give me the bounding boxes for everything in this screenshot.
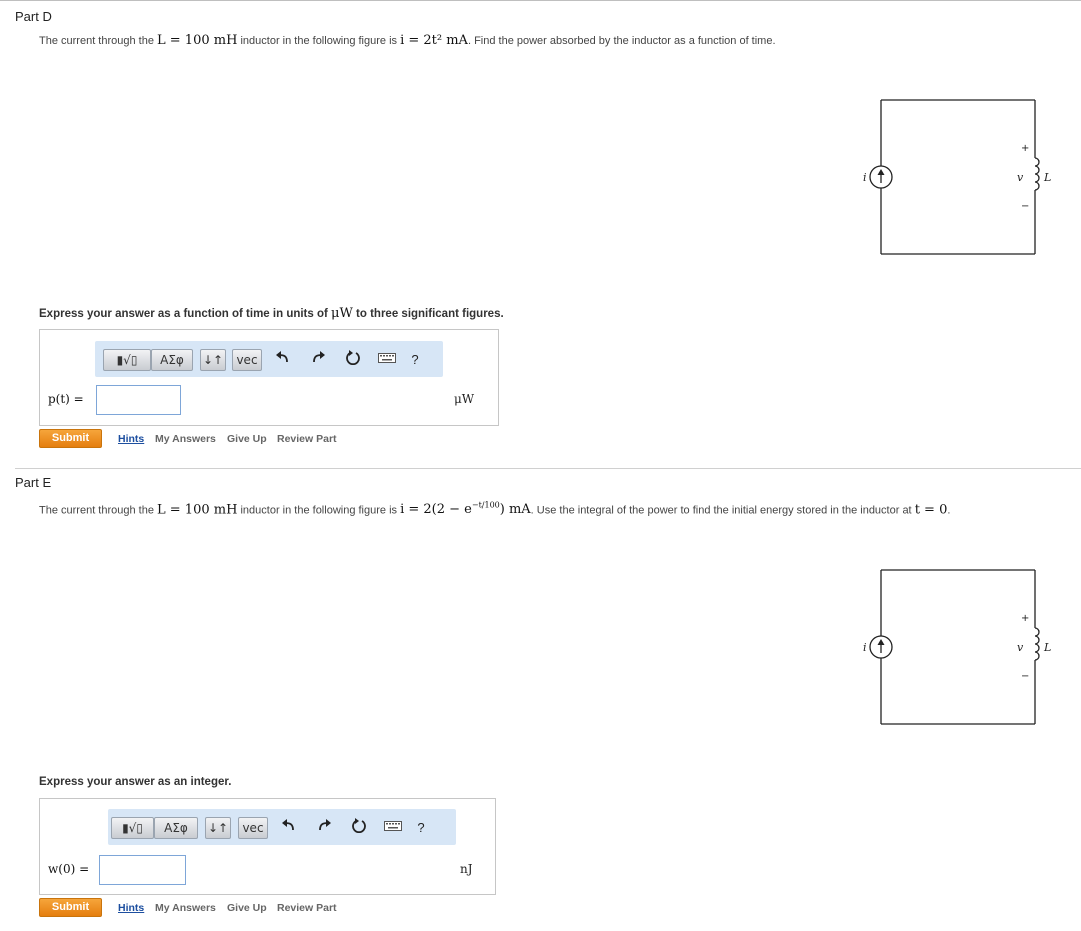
part-d-instructions: Express your answer as a function of tim… (39, 306, 504, 321)
prompt-text: . (947, 504, 951, 517)
redo-icon[interactable] (308, 349, 330, 371)
prompt-text: inductor in the following figure is (237, 504, 401, 517)
hints-link-d[interactable]: Hints (118, 433, 144, 445)
math-toolbar: ▮√▯ ΑΣφ ↓↑ vec ? (95, 341, 443, 377)
instruction-unit: μW (331, 306, 353, 321)
subscript-superscript-button[interactable]: ↓↑ (205, 817, 231, 839)
plus-sign: + (1021, 613, 1029, 624)
instruction-text: Express your answer as a function of tim… (39, 308, 332, 320)
minus-sign: − (1021, 671, 1029, 682)
prompt-text: . Find the power absorbed by the inducto… (467, 35, 776, 47)
keyboard-icon[interactable] (382, 817, 404, 839)
greek-symbols-button[interactable]: ΑΣφ (151, 349, 193, 371)
instruction-text: to three significant figures. (352, 308, 504, 320)
variable-label: w(0) = (48, 862, 90, 876)
current-exponent: −t/100 (471, 501, 500, 510)
part-e-prompt: The current through the L = 100 mH induc… (39, 501, 950, 517)
math-toolbar: ▮√▯ ΑΣφ ↓↑ vec ? (108, 809, 456, 845)
give-up-link-e[interactable]: Give Up (227, 902, 267, 914)
my-answers-link-e[interactable]: My Answers (155, 902, 216, 914)
vector-button[interactable]: vec (238, 817, 268, 839)
give-up-link-d[interactable]: Give Up (227, 433, 267, 445)
answer-panel-d: ▮√▯ ΑΣφ ↓↑ vec ? p(t) = μW (39, 329, 499, 426)
part-d-prompt: The current through the L = 100 mH induc… (39, 33, 776, 48)
part-e-title: Part E (15, 475, 52, 490)
undo-icon[interactable] (271, 349, 293, 371)
circuit-diagram-e: i + v − L (863, 569, 1051, 725)
subscript-superscript-button[interactable]: ↓↑ (200, 349, 226, 371)
prompt-math-time: t = 0 (914, 502, 948, 518)
prompt-math-current: i = 2t² mA (400, 33, 468, 48)
prompt-text: The current through the (39, 504, 158, 517)
part-e-instructions: Express your answer as an integer. (39, 776, 232, 788)
answer-input-e[interactable] (99, 855, 186, 885)
source-label: i (863, 641, 867, 654)
answer-panel-e: ▮√▯ ΑΣφ ↓↑ vec ? w(0) = nJ (39, 798, 496, 895)
help-icon[interactable]: ? (410, 817, 432, 839)
prompt-math-inductance: L = 100 mH (157, 502, 238, 518)
inductor-coil-icon (1034, 627, 1040, 661)
answer-label-d: p(t) = (48, 392, 84, 406)
voltage-label: v (1017, 171, 1024, 184)
voltage-label: v (1017, 641, 1024, 654)
inductor-label: L (1043, 641, 1051, 654)
unit-label-d: μW (454, 392, 475, 406)
greek-symbols-button[interactable]: ΑΣφ (154, 817, 198, 839)
answer-label-e: w(0) = (48, 862, 89, 876)
variable-label: p(t) = (48, 392, 84, 406)
redo-icon[interactable] (314, 817, 336, 839)
submit-button-d[interactable]: Submit (39, 429, 102, 448)
plus-sign: + (1021, 143, 1029, 154)
review-part-link-e[interactable]: Review Part (277, 902, 337, 914)
reset-icon[interactable] (348, 817, 370, 839)
source-label: i (863, 171, 867, 184)
templates-button[interactable]: ▮√▯ (103, 349, 151, 371)
prompt-text: The current through the (39, 35, 158, 47)
unit-label-e: nJ (460, 862, 473, 876)
answer-input-d[interactable] (96, 385, 181, 415)
my-answers-link-d[interactable]: My Answers (155, 433, 216, 445)
inductor-coil-icon (1034, 157, 1040, 191)
prompt-text: . Use the integral of the power to find … (530, 504, 915, 517)
part-d-title: Part D (15, 9, 52, 24)
undo-icon[interactable] (277, 817, 299, 839)
prompt-math-inductance: L = 100 mH (157, 33, 238, 48)
prompt-math-current: i = 2(2 − e−t/100) mA (400, 501, 531, 518)
templates-button[interactable]: ▮√▯ (111, 817, 154, 839)
top-rule (0, 0, 1081, 1)
vector-button[interactable]: vec (232, 349, 262, 371)
reset-icon[interactable] (342, 349, 364, 371)
current-expression-end: ) mA (499, 502, 531, 518)
circuit-diagram-d: i + v − L (863, 99, 1051, 255)
help-icon[interactable]: ? (404, 349, 426, 371)
part-divider (15, 468, 1081, 469)
submit-button-e[interactable]: Submit (39, 898, 102, 917)
review-part-link-d[interactable]: Review Part (277, 433, 337, 445)
keyboard-icon[interactable] (376, 349, 398, 371)
hints-link-e[interactable]: Hints (118, 902, 144, 914)
minus-sign: − (1021, 201, 1029, 212)
prompt-text: inductor in the following figure is (237, 35, 401, 47)
current-expression: i = 2(2 − e (400, 502, 472, 518)
inductor-label: L (1043, 171, 1051, 184)
